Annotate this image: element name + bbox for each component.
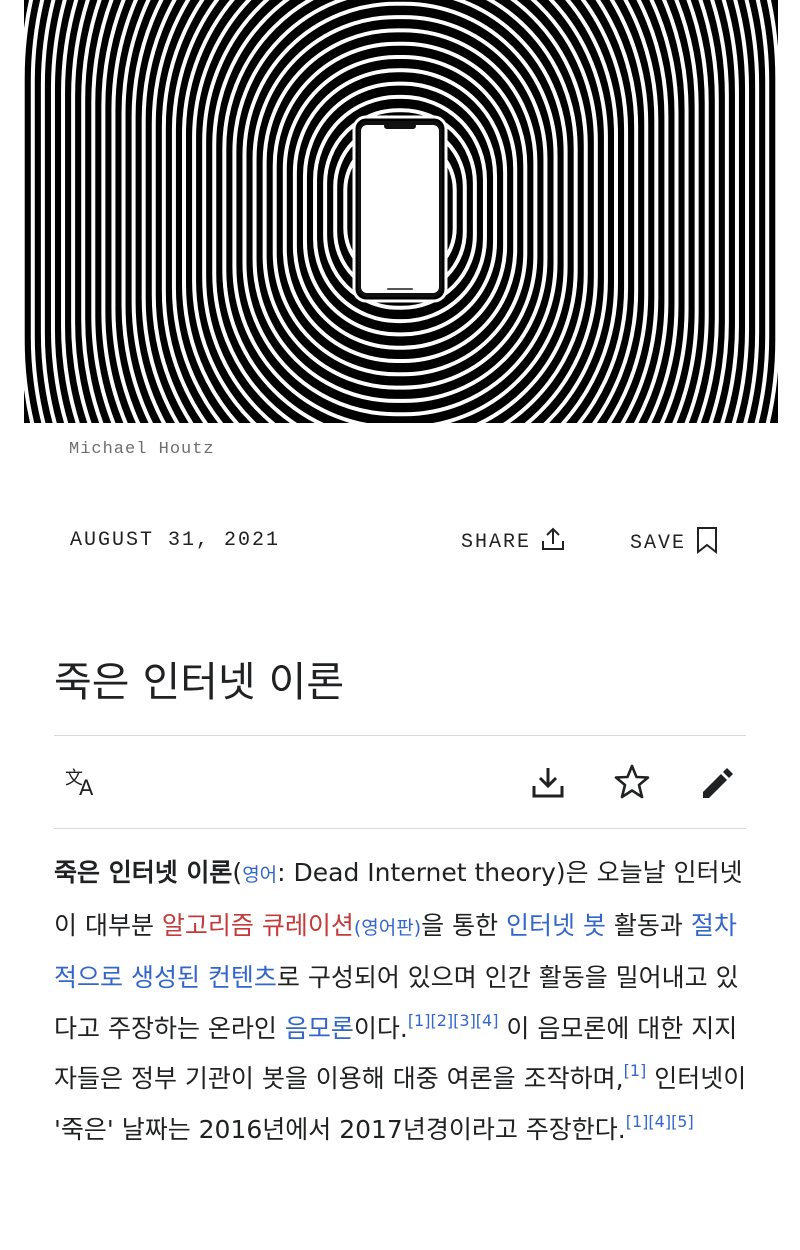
pencil-icon[interactable] (697, 762, 737, 802)
star-icon[interactable] (612, 762, 652, 802)
article-term: 죽은 인터넷 이론 (54, 858, 233, 887)
fingerprint-illustration (24, 0, 778, 423)
download-icon[interactable] (528, 762, 568, 802)
article-body: 죽은 인터넷 이론(영어: Dead Internet theory)은 오늘날… (54, 848, 754, 1155)
save-button[interactable]: SAVE (630, 525, 720, 562)
translate-icon[interactable]: 文 A (62, 762, 102, 802)
share-label: SHARE (461, 531, 532, 554)
article-meta: AUGUST 31, 2021 SHARE SAVE (70, 525, 740, 559)
page-title: 죽은 인터넷 이론 (54, 658, 345, 706)
link-algorithmic-curation[interactable]: 알고리즘 큐레이션 (162, 911, 354, 940)
text-run: 활동과 (605, 910, 691, 940)
svg-text:A: A (79, 776, 94, 800)
photo-credit: Michael Houtz (69, 440, 215, 459)
publish-date: AUGUST 31, 2021 (70, 529, 281, 552)
text-run: 이다. (353, 1013, 408, 1043)
divider (54, 828, 746, 829)
text-run: ( (232, 858, 243, 887)
hero-image (24, 0, 778, 423)
phone-graphic (352, 115, 448, 303)
divider (54, 735, 746, 736)
share-button[interactable]: SHARE (461, 525, 567, 560)
text-run: 을 통한 (421, 910, 507, 940)
bookmark-icon (694, 525, 720, 562)
citation-refs[interactable]: [1] (624, 1061, 647, 1080)
link-conspiracy-theory[interactable]: 음모론 (285, 1014, 354, 1043)
link-english[interactable]: 영어 (242, 864, 277, 886)
link-internet-bot[interactable]: 인터넷 봇 (506, 911, 606, 940)
citation-refs[interactable]: [1][2][3][4] (408, 1011, 499, 1030)
citation-refs[interactable]: [1][4][5] (626, 1112, 694, 1131)
link-english-version[interactable]: (영어판) (354, 917, 421, 939)
save-label: SAVE (630, 532, 687, 555)
share-icon (539, 525, 567, 560)
